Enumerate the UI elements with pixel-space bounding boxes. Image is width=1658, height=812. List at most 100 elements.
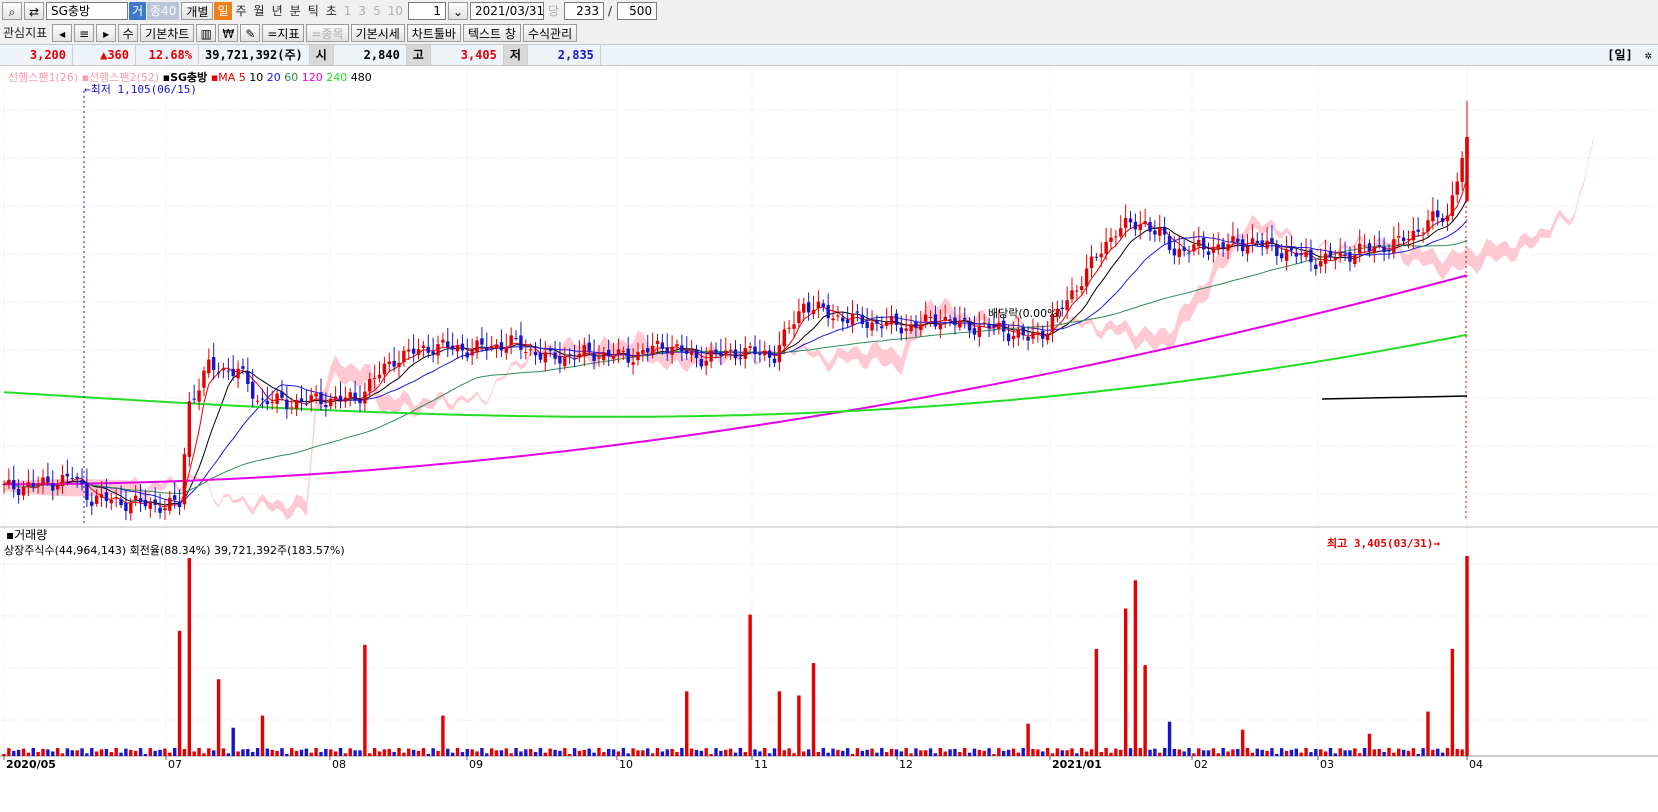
- chevron-down-icon[interactable]: ⌄: [447, 2, 468, 20]
- volume-bar: [1226, 751, 1230, 756]
- x-axis-labels: 2020/05 07 08 09 10 11 12 2021/01 02 03 04: [3, 756, 1483, 771]
- wrench-icon[interactable]: ✎: [240, 24, 261, 42]
- candle: [1128, 211, 1133, 230]
- volume-bar: [70, 750, 74, 756]
- volume-bar: [831, 748, 835, 756]
- volume-bar: [265, 748, 270, 756]
- candle: [255, 394, 260, 405]
- candle: [1197, 226, 1201, 256]
- volume-bar: [1255, 748, 1260, 756]
- period-year[interactable]: 년: [269, 2, 286, 20]
- volume-bar: [528, 748, 533, 756]
- volume-bar: [363, 644, 367, 756]
- date-input[interactable]: 2021/03/31: [469, 2, 544, 20]
- stock-name-input[interactable]: SG충방: [46, 2, 128, 20]
- volume-bar: [1006, 749, 1011, 756]
- num-10[interactable]: 10: [385, 2, 406, 20]
- candle: [397, 350, 401, 377]
- individual-button[interactable]: 개별: [181, 2, 214, 20]
- volume-bar: [104, 748, 109, 756]
- volume-bar: [558, 750, 562, 756]
- formula-icon[interactable]: 수: [118, 24, 139, 42]
- volume-bar: [1055, 748, 1060, 756]
- indicator-button[interactable]: =지표: [262, 24, 305, 42]
- candle: [889, 305, 894, 335]
- volume-bar: [816, 752, 821, 756]
- volume-bar: [1109, 752, 1113, 756]
- candle: [1353, 245, 1357, 268]
- x-label: 11: [754, 758, 768, 771]
- candle: [1201, 231, 1206, 258]
- high-value: 3,405: [431, 45, 504, 65]
- period-tick[interactable]: 틱: [305, 2, 322, 20]
- won-icon[interactable]: ₩: [218, 24, 239, 42]
- candle-icon[interactable]: ▥: [196, 24, 217, 42]
- candle: [865, 307, 869, 338]
- volume-bar: [733, 752, 738, 756]
- period-month[interactable]: 월: [251, 2, 268, 20]
- volume-bar: [1201, 750, 1206, 756]
- day-indicator[interactable]: [일]: [1601, 45, 1639, 65]
- volume-bar: [504, 748, 509, 756]
- volume-bar: [324, 748, 328, 756]
- next-arrow[interactable]: ▸: [96, 24, 117, 42]
- settings-icon[interactable]: ✲: [1639, 45, 1658, 65]
- candle: [816, 290, 821, 318]
- candle: [855, 303, 860, 322]
- search-icon[interactable]: ⌕: [2, 2, 22, 20]
- volume-bar: [602, 752, 606, 756]
- volume-bar: [21, 748, 26, 756]
- period-minute[interactable]: 분: [287, 2, 304, 20]
- period-week[interactable]: 주: [233, 2, 250, 20]
- candle: [880, 316, 884, 338]
- period-second[interactable]: 초: [323, 2, 340, 20]
- volume-bar: [728, 748, 733, 756]
- volume-bar: [436, 750, 440, 756]
- count2-input[interactable]: 500: [617, 2, 658, 20]
- chart-toolbar-button[interactable]: 차트툴바: [406, 24, 461, 42]
- volume-bar: [280, 748, 284, 756]
- basic-quote-button[interactable]: 기본시세: [350, 24, 405, 42]
- volume-bar: [865, 749, 869, 756]
- candle: [275, 389, 279, 413]
- stock-chart[interactable]: 2020/05 07 08 09 10 11 12 2021/01 02 03 04 ←최저 1,1…: [0, 66, 1658, 812]
- candle: [363, 382, 367, 412]
- period-day[interactable]: 일: [214, 2, 232, 20]
- list-icon[interactable]: ≡: [74, 24, 95, 42]
- candle: [407, 338, 411, 360]
- mode-jong40[interactable]: 종40: [147, 2, 180, 20]
- count-input[interactable]: 1: [407, 2, 446, 20]
- volume-bar: [85, 753, 89, 756]
- refresh-icon[interactable]: ⇄: [24, 2, 44, 20]
- text-window-button[interactable]: 텍스트 창: [462, 24, 521, 42]
- volume-bar: [519, 751, 523, 756]
- count1-input[interactable]: 233: [564, 2, 605, 20]
- low-value: 2,835: [528, 45, 601, 65]
- num-1[interactable]: 1: [341, 2, 355, 20]
- item-button[interactable]: =종목: [306, 24, 349, 42]
- num-3[interactable]: 3: [355, 2, 369, 20]
- volume-bar: [31, 747, 35, 756]
- num-5[interactable]: 5: [370, 2, 384, 20]
- candle: [1440, 213, 1445, 227]
- candle: [533, 342, 538, 365]
- volume-bar: [680, 747, 684, 756]
- volume-bar: [1299, 752, 1303, 756]
- volume-bar: [919, 750, 923, 756]
- candle: [1314, 259, 1318, 276]
- volume-bar: [1197, 748, 1201, 756]
- candle: [148, 497, 153, 518]
- volume-bar: [7, 748, 11, 756]
- formula-manage-button[interactable]: 수식관리: [522, 24, 578, 42]
- chart-grid: [0, 66, 1658, 757]
- candle: [153, 487, 157, 513]
- basic-chart-button[interactable]: 기본차트: [140, 24, 195, 42]
- volume-bar: [597, 747, 601, 756]
- interest-indicator-button[interactable]: 관심지표: [0, 24, 50, 42]
- candle: [758, 339, 762, 363]
- volume-info: 상장주식수(44,964,143) 회전율(88.34%) 39,721,392…: [4, 544, 345, 557]
- volume-bar: [294, 750, 299, 756]
- prev-arrow[interactable]: ◂: [52, 24, 73, 42]
- mode-geo[interactable]: 거: [129, 2, 147, 20]
- candle: [202, 366, 206, 397]
